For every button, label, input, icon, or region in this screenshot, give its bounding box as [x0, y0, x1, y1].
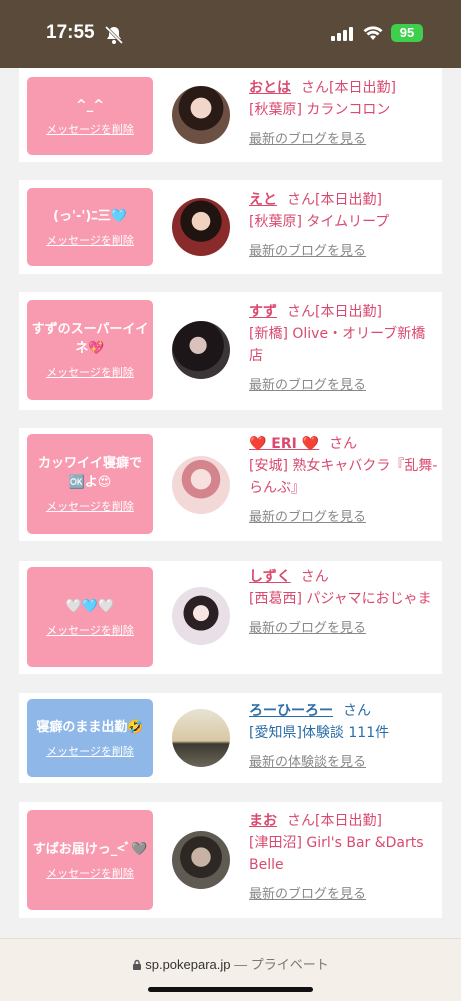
reviewer-name-link[interactable]: ろーひーろー: [249, 703, 333, 719]
girl-name-link[interactable]: えと: [249, 192, 277, 208]
blog-link[interactable]: 最新のブログを見る: [249, 884, 439, 906]
bell-muted-icon: [104, 25, 124, 45]
private-label: — プライベート: [234, 957, 329, 972]
status-time: 17:55: [46, 22, 95, 43]
attendance-badge: [本日出勤]: [329, 80, 396, 96]
message-text: すぱお届けっ_<ﾞ🩶: [32, 841, 148, 857]
profile-info: しずく さん [西葛西] パジャマにおじゃま 最新のブログを見る: [249, 566, 439, 640]
avatar[interactable]: [172, 831, 230, 889]
blog-link[interactable]: 最新のブログを見る: [249, 375, 439, 397]
delete-message-link[interactable]: メッセージを削除: [46, 743, 134, 759]
attendance-badge: [本日出勤]: [315, 813, 382, 829]
honorific: さん: [343, 703, 371, 719]
delete-message-link[interactable]: メッセージを削除: [46, 121, 134, 137]
girl-name-link[interactable]: すず: [249, 304, 277, 320]
message-bubble: 寝癖のまま出勤🤣 メッセージを削除: [27, 699, 153, 777]
attendance-badge: [本日出勤]: [315, 192, 382, 208]
shop-name[interactable]: [安城] 熟女キャバクラ『乱舞-らんぶ』: [249, 455, 439, 499]
message-text: ^_^: [75, 97, 105, 113]
profile-info: ❤️ ERI ❤️ さん [安城] 熟女キャバクラ『乱舞-らんぶ』 最新のブログを…: [249, 433, 439, 529]
cellular-signal-icon: [331, 27, 353, 41]
message-bubble: すずのスーパーイイネ💖 メッセージを削除: [27, 300, 153, 400]
attendance-badge: [本日出勤]: [315, 304, 382, 320]
wifi-icon: [363, 26, 383, 40]
avatar[interactable]: [172, 587, 230, 645]
delete-message-link[interactable]: メッセージを削除: [46, 232, 134, 248]
honorific: さん: [287, 192, 315, 208]
status-bar: 17:55 95: [0, 0, 461, 68]
honorific: さん: [300, 569, 329, 585]
battery-indicator: 95: [391, 24, 423, 42]
message-card: ^_^ メッセージを削除 おとは さん[本日出勤] [秋葉原] カランコロン 最新…: [19, 68, 442, 162]
browser-address-bar[interactable]: sp.pokepara.jp — プライベート: [0, 938, 461, 1001]
shop-name[interactable]: [西葛西] パジャマにおじゃま: [249, 588, 439, 610]
blog-link[interactable]: 最新のブログを見る: [249, 507, 439, 529]
girl-name-link[interactable]: まお: [249, 813, 277, 829]
avatar[interactable]: [172, 321, 230, 379]
message-card: すずのスーパーイイネ💖 メッセージを削除 すず さん[本日出勤] [新橋] Oli…: [19, 292, 442, 410]
honorific: さん: [301, 80, 329, 96]
profile-info: まお さん[本日出勤] [津田沼] Girl's Bar &Darts Belle…: [249, 810, 439, 906]
delete-message-link[interactable]: メッセージを削除: [46, 364, 134, 380]
girl-name-link[interactable]: しずく: [249, 569, 291, 585]
message-card: すぱお届けっ_<ﾞ🩶 メッセージを削除 まお さん[本日出勤] [津田沼] Gir…: [19, 802, 442, 918]
honorific: さん: [287, 304, 315, 320]
message-card: (っ'-')ﾆ三🩵 メッセージを削除 えと さん[本日出勤] [秋葉原] タイムリ…: [19, 180, 442, 274]
blog-link[interactable]: 最新のブログを見る: [249, 241, 439, 263]
message-bubble: すぱお届けっ_<ﾞ🩶 メッセージを削除: [27, 810, 153, 910]
address-text[interactable]: sp.pokepara.jp — プライベート: [0, 954, 461, 973]
message-text: (っ'-')ﾆ三🩵: [53, 208, 127, 224]
girl-name-link[interactable]: おとは: [249, 80, 291, 96]
girl-name-link[interactable]: ❤️ ERI ❤️: [249, 436, 319, 452]
lock-icon: [133, 959, 142, 970]
message-text: カッワイイ寝癖で🆗よ😍: [37, 456, 142, 490]
message-card: 🤍🩵🤍 メッセージを削除 しずく さん [西葛西] パジャマにおじゃま 最新のブロ…: [19, 561, 442, 674]
message-bubble: カッワイイ寝癖で🆗よ😍 メッセージを削除: [27, 434, 153, 534]
review-link[interactable]: 最新の体験談を見る: [249, 752, 439, 774]
delete-message-link[interactable]: メッセージを削除: [46, 498, 134, 514]
avatar[interactable]: [172, 456, 230, 514]
profile-info: おとは さん[本日出勤] [秋葉原] カランコロン 最新のブログを見る: [249, 77, 439, 151]
message-text: すずのスーパーイイネ💖: [31, 322, 149, 356]
blog-link[interactable]: 最新のブログを見る: [249, 129, 439, 151]
delete-message-link[interactable]: メッセージを削除: [46, 622, 134, 638]
message-text: 寝癖のまま出勤🤣: [36, 719, 144, 735]
avatar[interactable]: [172, 86, 230, 144]
home-indicator[interactable]: [148, 987, 313, 992]
shop-name[interactable]: [新橋] Olive・オリーブ新橋店: [249, 323, 439, 367]
honorific: さん: [329, 436, 358, 452]
profile-info: ろーひーろー さん [愛知県]体験談 111件 最新の体験談を見る: [249, 700, 439, 774]
battery-level: 95: [399, 25, 415, 40]
shop-name[interactable]: [津田沼] Girl's Bar &Darts Belle: [249, 832, 439, 876]
domain-text: sp.pokepara.jp: [145, 957, 231, 972]
avatar[interactable]: [172, 198, 230, 256]
review-count[interactable]: [愛知県]体験談 111件: [249, 722, 439, 744]
shop-name[interactable]: [秋葉原] タイムリープ: [249, 211, 439, 233]
blog-link[interactable]: 最新のブログを見る: [249, 618, 439, 640]
message-card: 寝癖のまま出勤🤣 メッセージを削除 ろーひーろー さん [愛知県]体験談 111件…: [19, 693, 442, 783]
avatar[interactable]: [172, 709, 230, 767]
shop-name[interactable]: [秋葉原] カランコロン: [249, 99, 439, 121]
message-card: カッワイイ寝癖で🆗よ😍 メッセージを削除 ❤️ ERI ❤️ さん [安城] 熟女…: [19, 428, 442, 541]
profile-info: すず さん[本日出勤] [新橋] Olive・オリーブ新橋店 最新のブログを見る: [249, 301, 439, 397]
delete-message-link[interactable]: メッセージを削除: [46, 865, 134, 881]
profile-info: えと さん[本日出勤] [秋葉原] タイムリープ 最新のブログを見る: [249, 189, 439, 263]
message-bubble: (っ'-')ﾆ三🩵 メッセージを削除: [27, 188, 153, 266]
honorific: さん: [287, 813, 315, 829]
message-text: 🤍🩵🤍: [65, 598, 115, 614]
message-bubble: 🤍🩵🤍 メッセージを削除: [27, 567, 153, 667]
message-bubble: ^_^ メッセージを削除: [27, 77, 153, 155]
